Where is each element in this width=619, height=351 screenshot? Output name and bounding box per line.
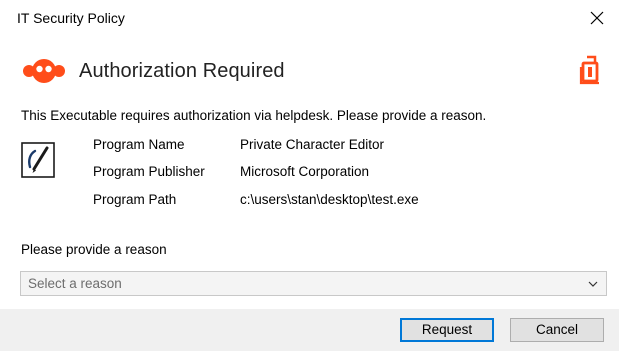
reason-selected-value: Select a reason	[28, 276, 122, 291]
close-button[interactable]	[575, 0, 619, 36]
corner-logo-icon	[579, 55, 599, 85]
header-title: Authorization Required	[79, 60, 285, 82]
program-path-label: Program Path	[93, 192, 177, 207]
program-publisher-label: Program Publisher	[93, 164, 205, 179]
program-publisher-value: Microsoft Corporation	[240, 164, 370, 179]
brand-logo-icon	[23, 59, 65, 83]
header-row: Authorization Required	[0, 52, 619, 92]
close-icon	[590, 11, 604, 25]
program-name-label: Program Name	[93, 137, 185, 152]
window-title: IT Security Policy	[17, 10, 125, 26]
title-bar: IT Security Policy	[0, 0, 619, 36]
request-button[interactable]: Request	[400, 318, 494, 342]
reason-label: Please provide a reason	[21, 242, 167, 257]
program-path-value: c:\users\stan\desktop\test.exe	[240, 192, 419, 207]
cancel-button[interactable]: Cancel	[510, 318, 604, 342]
dialog-footer: Request Cancel	[0, 309, 619, 351]
description-text: This Executable requires authorization v…	[21, 108, 487, 123]
security-policy-dialog: IT Security Policy Authorization Require…	[0, 0, 619, 351]
chevron-down-icon	[588, 281, 598, 287]
program-name-value: Private Character Editor	[240, 137, 385, 152]
program-edit-icon	[21, 142, 55, 178]
reason-dropdown[interactable]: Select a reason	[20, 271, 607, 296]
